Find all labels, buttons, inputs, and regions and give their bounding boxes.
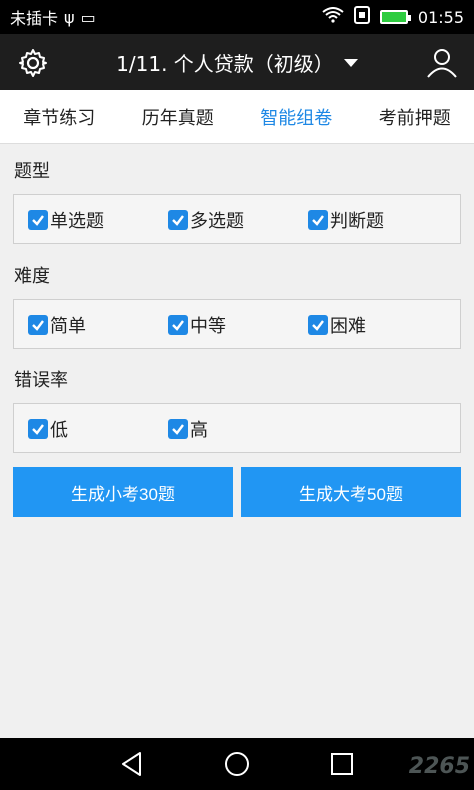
checkbox-medium[interactable]: 中等 (168, 312, 226, 338)
tab-chapter-practice[interactable]: 章节练习 (0, 90, 119, 143)
checkbox-checked-icon (28, 419, 48, 439)
option-label: 低 (50, 420, 68, 441)
status-left: 未插卡 ψ ▭ (10, 5, 96, 29)
section-title-difficulty: 难度 (14, 266, 50, 287)
gear-icon[interactable] (18, 48, 48, 78)
system-nav-bar (0, 738, 474, 790)
checkbox-single-choice[interactable]: 单选题 (28, 207, 104, 233)
checkbox-checked-icon (168, 210, 188, 230)
android-debug-icon: ▭ (80, 7, 96, 27)
checkbox-low[interactable]: 低 (28, 416, 68, 442)
back-icon[interactable] (118, 750, 146, 778)
checkbox-true-false[interactable]: 判断题 (308, 207, 384, 233)
checkbox-high[interactable]: 高 (168, 416, 208, 442)
option-label: 简单 (50, 316, 86, 337)
status-bar: 未插卡 ψ ▭ 01:55 (0, 0, 474, 34)
difficulty-options-box: 简单 中等 困难 (13, 299, 461, 349)
user-icon[interactable] (426, 46, 458, 78)
tab-smart-paper[interactable]: 智能组卷 (237, 90, 356, 143)
usb-icon: ψ (64, 7, 75, 27)
checkbox-checked-icon (308, 315, 328, 335)
option-label: 高 (190, 420, 208, 441)
option-label: 多选题 (190, 211, 244, 232)
status-right: 01:55 (322, 6, 464, 28)
checkbox-hard[interactable]: 困难 (308, 312, 366, 338)
checkbox-checked-icon (28, 210, 48, 230)
option-label: 中等 (190, 316, 226, 337)
option-label: 单选题 (50, 211, 104, 232)
section-title-type: 题型 (14, 161, 50, 182)
generate-small-exam-button[interactable]: 生成小考30题 (13, 467, 233, 517)
checkbox-checked-icon (28, 315, 48, 335)
checkbox-checked-icon (308, 210, 328, 230)
checkbox-checked-icon (168, 419, 188, 439)
recents-icon[interactable] (328, 750, 356, 778)
chevron-down-icon (343, 59, 358, 67)
generate-big-exam-button[interactable]: 生成大考50题 (241, 467, 461, 517)
battery-icon (379, 10, 411, 24)
checkbox-easy[interactable]: 简单 (28, 312, 86, 338)
option-label: 困难 (330, 316, 366, 337)
app-bar: 1/11. 个人贷款（初级） (0, 34, 474, 90)
home-icon[interactable] (223, 750, 251, 778)
section-title-error-rate: 错误率 (14, 370, 68, 391)
tab-past-exams[interactable]: 历年真题 (119, 90, 238, 143)
clock: 01:55 (417, 7, 464, 27)
option-label: 判断题 (330, 211, 384, 232)
error-rate-options-box: 低 高 (13, 403, 461, 453)
checkbox-checked-icon (168, 315, 188, 335)
checkbox-multi-choice[interactable]: 多选题 (168, 207, 244, 233)
course-selector[interactable]: 1/11. 个人贷款（初级） (70, 34, 404, 90)
carrier-label: 未插卡 (10, 9, 59, 28)
wifi-icon (322, 7, 344, 27)
watermark-logo: 2265 (408, 754, 470, 779)
tab-bar: 章节练习 历年真题 智能组卷 考前押题 (0, 90, 474, 144)
page-title: 1/11. 个人贷款（初级） (116, 51, 334, 76)
tab-predicted-questions[interactable]: 考前押题 (356, 90, 474, 143)
type-options-box: 单选题 多选题 判断题 (13, 194, 461, 244)
sim-icon (353, 6, 370, 28)
